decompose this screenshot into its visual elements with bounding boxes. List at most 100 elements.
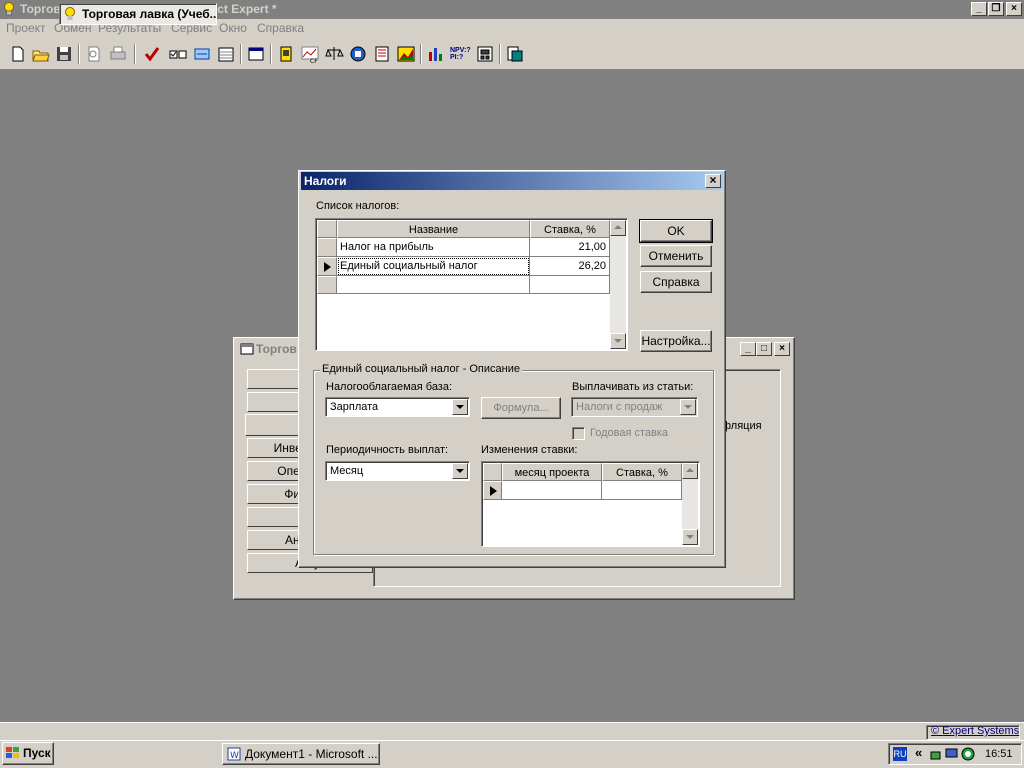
table-row-rate[interactable]: 21,00 [530, 238, 610, 257]
pay-from-label: Выплачивать из статьи: [572, 381, 694, 393]
table-row-new-name[interactable] [337, 276, 530, 294]
window-icon[interactable] [246, 44, 266, 64]
lightbulb-icon [4, 2, 14, 16]
open-folder-icon[interactable] [31, 44, 51, 64]
system-tray: RU « 16:51 [888, 743, 1022, 765]
windows-logo-icon [6, 747, 19, 758]
doc-icon[interactable] [276, 44, 296, 64]
pay-from-value: Налоги с продаж [576, 401, 663, 413]
col-header-rate[interactable]: Ставка, % [530, 220, 610, 238]
menu-project[interactable]: Проект [6, 21, 46, 35]
minimize-button[interactable]: _ [971, 2, 987, 16]
annual-rate-label: Годовая ставка [590, 427, 669, 439]
project-window-title: Торгов [256, 342, 297, 356]
ok-button[interactable]: OK [639, 219, 713, 243]
rate-row-indicator [483, 481, 502, 500]
language-indicator[interactable]: RU [893, 747, 907, 761]
monitor-icon[interactable] [945, 747, 959, 761]
task-label: Документ1 - Microsoft ... [245, 747, 378, 761]
help-button[interactable]: Справка [640, 271, 712, 293]
inflation-label: фляция [722, 420, 762, 432]
current-row-arrow-icon [490, 486, 497, 496]
tax-base-select[interactable]: Зарплата [325, 397, 470, 417]
periodicity-select[interactable]: Месяц [325, 461, 470, 481]
project-maximize-button[interactable]: □ [756, 342, 772, 356]
close-button[interactable]: × [1006, 2, 1022, 16]
edit-doc-icon[interactable] [372, 44, 392, 64]
clock: 16:51 [985, 748, 1013, 760]
rate-row-month[interactable] [502, 481, 602, 500]
area-chart-icon[interactable] [396, 44, 416, 64]
annual-rate-checkbox[interactable] [572, 427, 585, 440]
print-preview-icon[interactable] [84, 44, 104, 64]
link-icon[interactable] [192, 44, 212, 64]
rate-grid-corner [483, 463, 502, 481]
status-bar: © Expert Systems [0, 722, 1024, 740]
start-button[interactable]: Пуск [2, 742, 54, 765]
row-indicator-new [317, 276, 337, 294]
npv-pi-icon[interactable]: NPV:? PI:? [450, 47, 472, 61]
antivirus-icon[interactable] [961, 747, 975, 761]
taskbar [0, 740, 1024, 768]
rate-changes-label: Изменения ставки: [481, 444, 578, 456]
row-indicator [317, 238, 337, 257]
calendar-icon[interactable] [216, 44, 236, 64]
scroll-down-arrow-icon[interactable] [610, 333, 626, 349]
settings-button[interactable]: Настройка... [640, 330, 712, 352]
toolbar: CF NPV:? PI:? [0, 38, 1024, 70]
check-icon[interactable] [142, 44, 162, 64]
table-row-name[interactable]: Единый социальный налог [337, 257, 530, 276]
chevron-down-icon[interactable] [452, 463, 468, 479]
tax-base-label: Налогооблагаемая база: [326, 381, 453, 393]
group-title: Единый социальный налог - Описание [320, 363, 522, 375]
task-project-expert[interactable]: Торговая лавка (Учеб... [59, 3, 217, 25]
print-icon[interactable] [108, 44, 128, 64]
table-row-rate[interactable]: 26,20 [530, 257, 610, 276]
report-icon[interactable] [348, 44, 368, 64]
tax-grid-scrollbar[interactable] [610, 220, 626, 349]
cancel-button[interactable]: Отменить [640, 245, 712, 267]
task-word-document[interactable]: W Документ1 - Microsoft ... [222, 743, 380, 765]
window-small-icon [240, 343, 254, 355]
scroll-up-arrow-icon[interactable] [682, 463, 698, 479]
expert-systems-link-text[interactable]: Expert Systems [942, 725, 1019, 737]
project-close-button[interactable]: × [774, 342, 790, 356]
chevron-down-icon[interactable] [452, 399, 468, 415]
scroll-up-arrow-icon[interactable] [610, 220, 626, 236]
bar-chart-icon[interactable] [426, 44, 446, 64]
formula-button[interactable]: Формула... [481, 397, 561, 419]
dialog-title: Налоги [301, 172, 723, 190]
chevron-down-icon[interactable] [680, 399, 696, 415]
col-header-rate-change[interactable]: Ставка, % [602, 463, 682, 481]
start-label: Пуск [23, 746, 51, 760]
check-list-icon[interactable] [168, 44, 188, 64]
pay-from-select[interactable]: Налоги с продаж [571, 397, 698, 417]
rate-row-rate[interactable] [602, 481, 682, 500]
menu-help[interactable]: Справка [257, 21, 304, 35]
export-icon[interactable] [505, 44, 525, 64]
row-indicator-current [317, 257, 337, 276]
scroll-down-arrow-icon[interactable] [682, 529, 698, 545]
save-icon[interactable] [54, 44, 74, 64]
chart-cf-icon[interactable]: CF [300, 44, 320, 64]
tray-chevron-icon[interactable]: « [915, 745, 922, 760]
current-row-arrow-icon [324, 262, 331, 272]
grid-corner [317, 220, 337, 238]
word-doc-icon: W [227, 747, 241, 761]
col-header-name[interactable]: Название [337, 220, 530, 238]
periodicity-label: Периодичность выплат: [326, 444, 449, 456]
table-row-new-rate[interactable] [530, 276, 610, 294]
scales-icon[interactable] [324, 44, 344, 64]
new-file-icon[interactable] [8, 44, 28, 64]
project-minimize-button[interactable]: _ [740, 342, 756, 356]
dialog-close-button[interactable]: × [705, 174, 721, 188]
rate-grid-scrollbar[interactable] [682, 463, 698, 545]
restore-button[interactable]: ❐ [988, 2, 1004, 16]
col-header-project-month[interactable]: месяц проекта [502, 463, 602, 481]
menu-window[interactable]: Окно [219, 21, 247, 35]
network-icon[interactable] [929, 747, 943, 761]
table-row-name[interactable]: Налог на прибыль [337, 238, 530, 257]
tax-list-label: Список налогов: [316, 200, 400, 212]
expert-systems-link[interactable]: © Expert Systems [931, 725, 1019, 737]
tree-icon[interactable] [475, 44, 495, 64]
